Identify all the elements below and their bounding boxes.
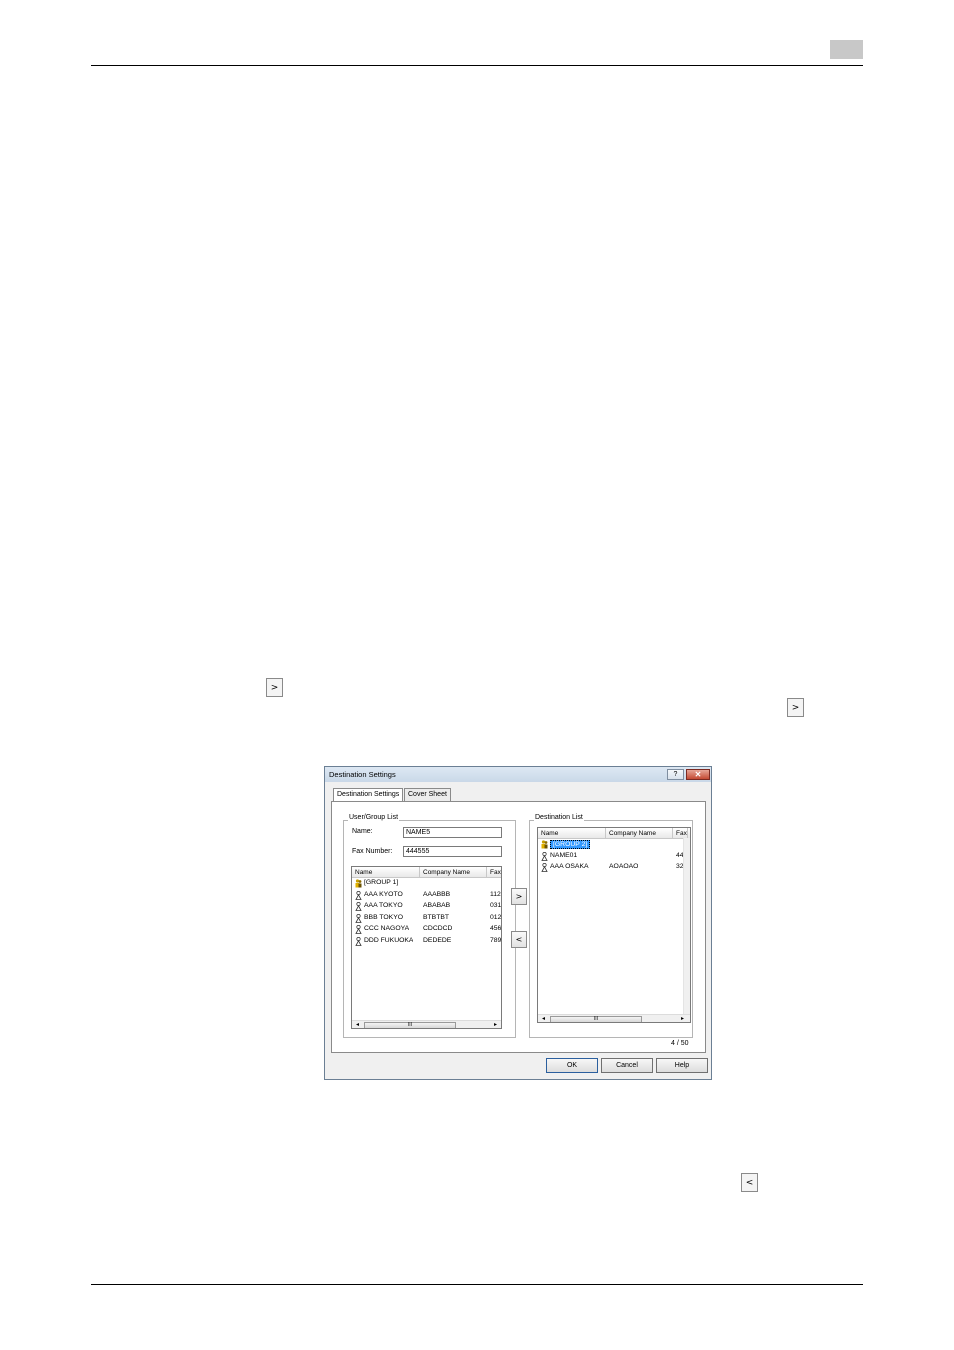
destination-count: 4 / 50 <box>671 1040 689 1047</box>
cell-fax: 112 <box>490 890 501 898</box>
horizontal-scrollbar[interactable]: ◂ III ▸ <box>538 1014 690 1022</box>
add-button-inline-2[interactable]: > <box>787 698 804 717</box>
cell-name: AAA KYOTO <box>364 890 403 898</box>
dialog-titlebar: Destination Settings ? ✕ <box>325 767 711 782</box>
cell-name: DDD FUKUOKA <box>364 936 414 944</box>
cell-name: AAA TOKYO <box>364 902 403 909</box>
tab-destination-settings[interactable]: Destination Settings <box>333 788 404 802</box>
tab-cover-sheet[interactable]: Cover Sheet <box>404 788 451 801</box>
column-header-name[interactable]: Name <box>352 867 420 877</box>
list-item[interactable]: BBB TOKYO BTBTBT 012 <box>352 913 502 925</box>
user-group-list-label: User/Group List <box>348 814 400 821</box>
destination-settings-dialog: Destination Settings ? ✕ Destination Set… <box>324 766 712 1080</box>
add-destination-button[interactable]: > <box>511 888 527 905</box>
scroll-thumb[interactable]: III <box>550 1016 642 1022</box>
column-header-name[interactable]: Name <box>538 828 606 838</box>
vertical-scrollbar[interactable] <box>683 838 690 1014</box>
scroll-thumb[interactable]: III <box>364 1022 456 1028</box>
footer-rule <box>91 1284 863 1285</box>
list-header: Name Company Name Fax <box>352 867 501 878</box>
horizontal-scrollbar[interactable]: ◂ III ▸ <box>352 1020 501 1028</box>
person-icon <box>355 913 362 923</box>
cell-name: BBB TOKYO <box>364 913 404 921</box>
remove-button-inline[interactable]: < <box>741 1173 758 1192</box>
tab-panel: User/Group List Name: NAME5 Fax Number: … <box>331 801 706 1053</box>
list-item[interactable]: DDD FUKUOKA DEDEDE 789 <box>352 936 502 948</box>
person-icon <box>541 851 548 861</box>
column-header-fax[interactable]: Fax <box>487 867 501 877</box>
cancel-button[interactable]: Cancel <box>601 1058 653 1073</box>
cell-company: AAABBB <box>423 890 451 898</box>
list-item[interactable]: AAA OSAKA AOAOAO 321 <box>538 862 683 874</box>
page-number-tab <box>830 40 863 59</box>
help-icon[interactable]: ? <box>667 769 684 780</box>
list-item[interactable]: NAME01 444 <box>538 851 683 863</box>
cell-company: ABABAB <box>423 902 451 909</box>
fax-number-input[interactable]: 444555 <box>403 846 502 857</box>
person-icon <box>355 890 362 900</box>
cell-name: AAA OSAKA <box>550 863 589 870</box>
fax-number-label: Fax Number: <box>352 848 393 855</box>
list-item[interactable]: CCC NAGOYA CDCDCD 456 <box>352 924 502 936</box>
group-icon <box>541 840 548 849</box>
cell-fax: 012 <box>490 913 502 921</box>
cell-name: NAME01 <box>550 851 578 859</box>
cell-fax: 031 <box>490 902 502 909</box>
cell-company: AOAOAO <box>609 863 639 870</box>
scroll-left-arrow-icon[interactable]: ◂ <box>539 1015 548 1022</box>
ok-button[interactable]: OK <box>546 1058 598 1073</box>
cell-fax: 444 <box>676 851 683 859</box>
cell-name: [GROUP 2] <box>550 840 591 849</box>
list-item[interactable]: [GROUP 2] <box>538 839 683 851</box>
column-header-company[interactable]: Company Name <box>420 867 487 877</box>
add-button-inline[interactable]: > <box>266 678 283 697</box>
group-icon <box>355 879 362 888</box>
name-input[interactable]: NAME5 <box>403 827 502 838</box>
cell-company: DEDEDE <box>423 936 452 944</box>
scroll-right-arrow-icon[interactable]: ▸ <box>491 1021 500 1028</box>
dialog-title: Destination Settings <box>329 770 396 779</box>
person-icon <box>355 936 362 946</box>
cell-name: CCC NAGOYA <box>364 925 410 932</box>
list-item[interactable]: AAA KYOTO AAABBB 112 <box>352 890 501 902</box>
destination-list-label: Destination List <box>534 814 584 821</box>
destination-listview[interactable]: Name Company Name Fax [GROUP 2] NAME01 444… <box>537 827 691 1023</box>
list-item[interactable]: AAA TOKYO ABABAB 031 <box>352 901 502 913</box>
column-header-fax[interactable]: Fax <box>673 828 688 838</box>
cell-fax: 789 <box>490 936 502 944</box>
cell-fax: 456 <box>490 925 502 932</box>
scroll-left-arrow-icon[interactable]: ◂ <box>353 1021 362 1028</box>
cell-company: BTBTBT <box>423 913 450 921</box>
remove-destination-button[interactable]: < <box>511 931 527 948</box>
cell-name: [GROUP 1] <box>364 879 399 886</box>
list-header: Name Company Name Fax <box>538 828 690 839</box>
cell-company: CDCDCD <box>423 925 453 932</box>
person-icon <box>355 901 362 911</box>
person-icon <box>541 862 548 872</box>
person-icon <box>355 924 362 934</box>
scroll-right-arrow-icon[interactable]: ▸ <box>678 1015 687 1022</box>
cell-fax: 321 <box>676 863 683 870</box>
help-button[interactable]: Help <box>656 1058 708 1073</box>
header-rule <box>91 65 863 66</box>
list-item[interactable]: [GROUP 1] <box>352 878 501 890</box>
user-group-listview[interactable]: Name Company Name Fax [GROUP 1] AAA KYOTO… <box>351 866 502 1029</box>
name-label: Name: <box>352 828 373 835</box>
close-icon[interactable]: ✕ <box>686 769 710 780</box>
column-header-company[interactable]: Company Name <box>606 828 673 838</box>
